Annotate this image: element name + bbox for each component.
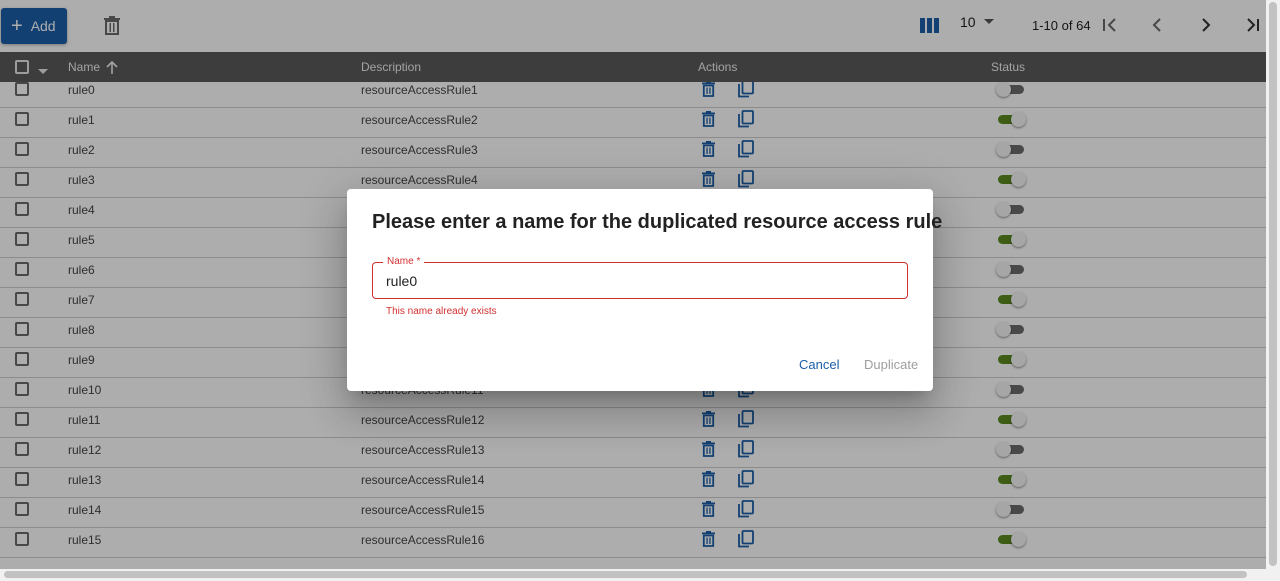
horizontal-scrollbar[interactable] bbox=[0, 569, 1266, 581]
vertical-scroll-thumb[interactable] bbox=[1269, 2, 1277, 566]
name-field-value[interactable]: rule0 bbox=[386, 273, 417, 289]
name-field[interactable]: Name * rule0 bbox=[372, 256, 908, 299]
horizontal-scroll-thumb[interactable] bbox=[4, 571, 1247, 578]
name-field-error: This name already exists bbox=[386, 306, 497, 317]
vertical-scrollbar[interactable] bbox=[1266, 0, 1280, 581]
dialog-title: Please enter a name for the duplicated r… bbox=[372, 211, 943, 233]
cancel-button[interactable]: Cancel bbox=[799, 357, 839, 372]
name-field-label: Name * bbox=[383, 256, 425, 267]
duplicate-dialog: Please enter a name for the duplicated r… bbox=[347, 189, 942, 391]
duplicate-button[interactable]: Duplicate bbox=[864, 357, 918, 372]
